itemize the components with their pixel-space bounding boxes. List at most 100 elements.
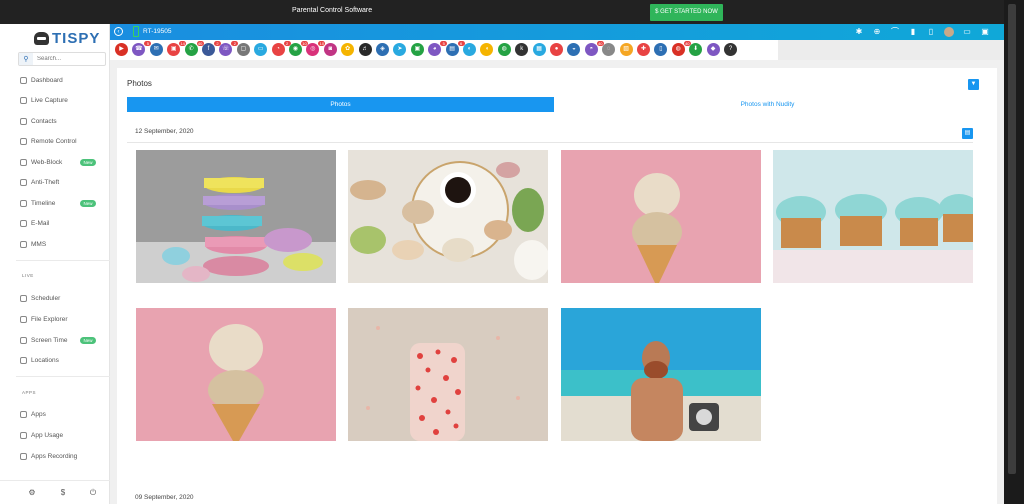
download-button[interactable]: ▤ [962,128,973,139]
photo-thumbnail[interactable] [348,150,548,283]
new-badge: New [80,200,96,207]
sidebar-item-file-explorer[interactable]: File Explorer [20,313,67,325]
message-icon [20,240,27,248]
new-badge: New [80,159,96,166]
filter-icon [20,158,27,166]
app-icon[interactable]: ◐ [463,43,476,56]
app-icon[interactable]: ✉ [149,43,163,56]
sidebar-item-dashboard[interactable]: Dashboard [20,74,63,86]
filter-button[interactable]: ▼ [968,79,979,90]
app-icon[interactable]: ▭ [254,43,268,56]
avatar[interactable] [944,27,954,37]
app-icon[interactable]: ✆ 40 [184,41,204,56]
sidebar-item-locations[interactable]: Locations [20,354,59,366]
coffee-macarons-photo [348,150,548,283]
app-icon[interactable]: ◎ 10 [306,41,326,56]
app-icon[interactable]: ➤ [393,43,407,56]
app-icon[interactable]: ◙ [323,43,337,56]
sidebar-item-web-block[interactable]: Web-Block [20,156,62,168]
tab-photos[interactable]: Photos [127,97,554,112]
wifi-icon[interactable]: ⌒ [890,27,900,37]
app-icon[interactable]: ◉ 10 [289,41,308,56]
app-icon[interactable]: ● [550,43,563,56]
billing-icon[interactable]: $ [58,488,68,498]
gift-icon[interactable]: ▣ [980,27,990,37]
app-icon[interactable]: f2 [202,41,221,56]
gps-icon[interactable]: ⊕ [872,27,882,37]
device-name[interactable]: RT-19505 [143,28,171,35]
sidebar-item-apps-recording[interactable]: Apps Recording [20,450,77,462]
sidebar-item-contacts[interactable]: Contacts [20,115,57,127]
app-icon[interactable]: ▣ 14 [167,41,187,56]
app-icon[interactable]: ◈ [376,43,389,56]
settings-icon[interactable]: ⚙ [27,488,37,498]
app-icon[interactable]: ◌ [602,43,616,56]
sidebar-item-remote-control[interactable]: Remote Control [20,135,77,147]
app-icon[interactable]: ◕ 5 [428,41,448,56]
app-icon[interactable]: ◍ 40 [671,41,691,56]
app-icon[interactable]: ▧ [619,43,633,56]
app-icon[interactable]: ◓ 40 [584,41,604,56]
new-badge: New [80,337,96,344]
sidebar-item-email[interactable]: E-Mail [20,217,49,229]
app-icon[interactable]: ▣ [410,43,424,56]
sidebar-item-apps[interactable]: Apps [20,408,46,420]
photo-thumbnail[interactable] [561,308,761,441]
app-icon[interactable]: ✿ [341,43,355,56]
window-scrollbar[interactable] [1008,4,1016,474]
app-icon[interactable]: ☎ 5 [132,41,152,56]
app-icon[interactable]: ☏ 2 [219,41,239,56]
app-icon[interactable]: ♬ [358,43,372,56]
photo-thumbnail[interactable] [348,308,548,441]
app-icon[interactable]: ▦ [532,43,546,56]
app-icon[interactable]: ▯ [654,43,668,56]
sliders-icon [20,137,27,145]
app-icon[interactable]: ▶ [115,43,128,56]
app-icon[interactable]: ▢ [236,43,250,56]
signal-icon[interactable]: ▮ [908,27,918,37]
logo[interactable]: TISPY [34,30,100,47]
app-icon[interactable]: ✚ [637,43,650,56]
sidebar-item-label: Apps Recording [31,452,78,460]
photo-thumbnail[interactable] [136,150,336,283]
flag-icon[interactable]: ▭ [962,27,972,37]
app-icon[interactable]: ◒ [567,43,581,56]
sidebar-item-label: Anti-Theft [31,178,60,186]
battery-icon[interactable]: ▯ [926,27,936,37]
photo-thumbnail[interactable] [773,150,973,283]
tab-photos-with-nudity[interactable]: Photos with Nudity [554,97,981,112]
get-started-button[interactable]: $ GET STARTED NOW [650,4,723,21]
search-input[interactable] [33,56,103,62]
app-icon[interactable]: ⬇ [689,43,703,56]
sidebar-item-label: Live Capture [31,96,68,104]
sidebar-item-screen-time[interactable]: Screen Time [20,334,68,346]
photo-thumbnail[interactable] [136,308,336,441]
sidebar-item-label: E-Mail [31,219,50,227]
sidebar-item-scheduler[interactable]: Scheduler [20,292,60,304]
window-scrollbar-track [1004,0,1024,504]
status-icons: ✱ ⊕ ⌒ ▮ ▯ ▭ ▣ [854,27,990,37]
sidebar-item-label: Dashboard [31,76,63,84]
sidebar-item-app-usage[interactable]: App Usage [20,429,63,441]
app-icon[interactable]: ◍ [497,43,511,56]
beach-man-photo [561,308,761,441]
sidebar-item-label: File Explorer [31,315,68,323]
photo-thumbnail[interactable] [561,150,761,283]
back-arrow-icon[interactable]: ‹ [114,27,123,36]
divider [16,260,110,261]
app-icon[interactable]: ◆ [706,43,720,56]
app-icon[interactable]: ◔ 2 [271,41,291,56]
bluetooth-icon[interactable]: ✱ [854,27,864,37]
app-icon[interactable]: ◖ [480,43,494,56]
search-icon[interactable]: ⚲ [19,53,33,65]
sidebar-item-live-capture[interactable]: Live Capture [20,94,68,106]
sidebar-item-anti-theft[interactable]: Anti-Theft [20,176,59,188]
app-icon[interactable]: ▤ 6 [445,41,465,56]
sidebar-item-mms[interactable]: MMS [20,238,46,250]
sidebar-item-label: Apps [31,410,46,418]
app-icon[interactable]: ? [724,43,737,56]
app-icon[interactable]: k [515,43,529,56]
section-live-heading: LIVE [22,273,34,278]
sidebar-item-timeline[interactable]: Timeline [20,197,55,209]
logout-icon[interactable]: ⏻ [88,488,98,498]
